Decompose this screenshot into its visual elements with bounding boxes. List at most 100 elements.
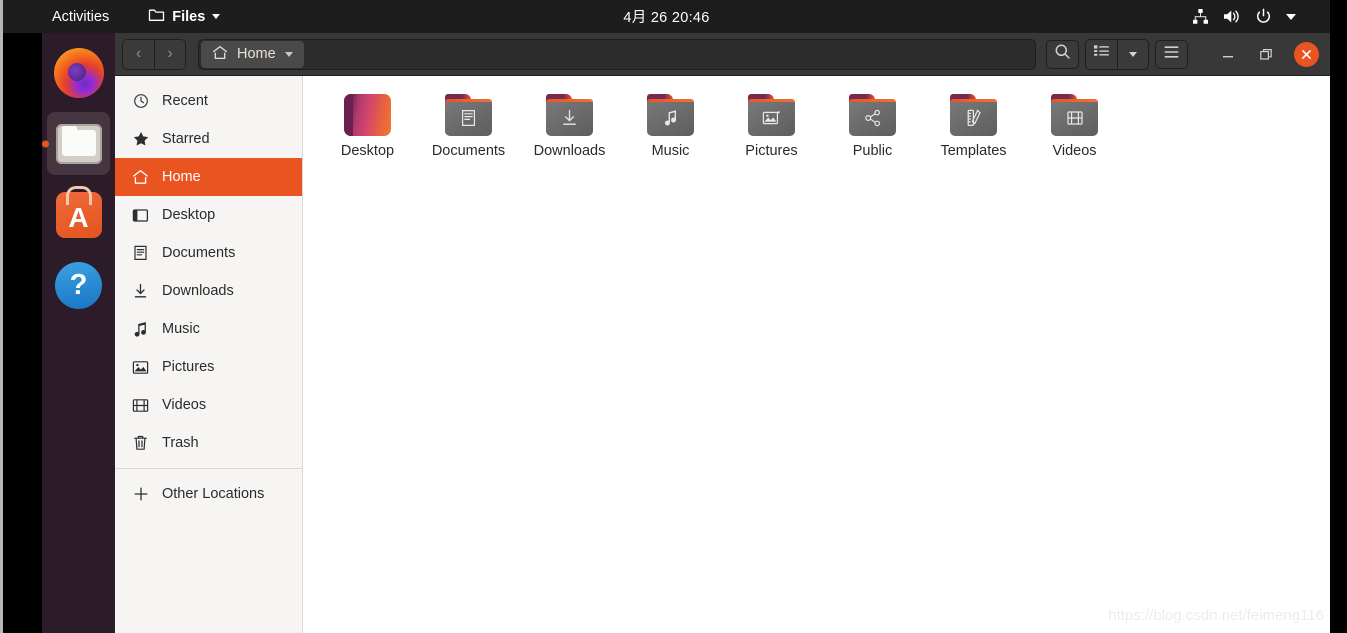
gnome-top-bar: Activities Files 4月 26 20:46: [3, 0, 1330, 33]
star-icon: [132, 131, 149, 148]
close-button[interactable]: [1294, 41, 1319, 67]
home-icon: [212, 45, 228, 64]
sidebar-item-music[interactable]: Music: [115, 310, 302, 348]
file-item-desktop[interactable]: Desktop: [317, 88, 418, 167]
search-button[interactable]: [1046, 39, 1079, 69]
maximize-button[interactable]: [1256, 44, 1276, 64]
list-view-button[interactable]: [1086, 39, 1117, 69]
trash-icon: [132, 435, 149, 452]
file-item-public[interactable]: Public: [822, 88, 923, 167]
folder-pictures-icon: [748, 94, 795, 136]
sidebar-item-documents[interactable]: Documents: [115, 234, 302, 272]
file-item-music[interactable]: Music: [620, 88, 721, 167]
image-icon: [132, 359, 149, 376]
plus-icon: [132, 486, 149, 503]
sidebar-item-videos[interactable]: Videos: [115, 386, 302, 424]
file-item-templates[interactable]: Templates: [923, 88, 1024, 167]
sidebar-item-label: Videos: [162, 397, 207, 413]
file-label: Videos: [1052, 143, 1097, 159]
film-icon: [132, 397, 149, 414]
breadcrumb-home[interactable]: Home: [201, 40, 304, 68]
window-controls: [1218, 41, 1319, 67]
sidebar-item-label: Downloads: [162, 283, 234, 299]
folder-templates-icon: [950, 94, 997, 136]
clock[interactable]: 4月 26 20:46: [3, 6, 1330, 27]
ubuntu-dock: A ?: [42, 33, 115, 633]
minimize-button[interactable]: [1218, 44, 1238, 64]
desktop-icon: [132, 207, 149, 224]
sidebar-item-label: Starred: [162, 131, 210, 147]
file-item-downloads[interactable]: Downloads: [519, 88, 620, 167]
places-sidebar: Recent Starred Home Desktop Documents Do…: [115, 76, 303, 633]
file-item-videos[interactable]: Videos: [1024, 88, 1125, 167]
hamburger-menu-icon: [1163, 45, 1180, 64]
folder-public-icon: [849, 94, 896, 136]
search-icon: [1054, 43, 1071, 65]
window-body: Recent Starred Home Desktop Documents Do…: [115, 76, 1330, 633]
chevron-down-icon: [1129, 51, 1137, 57]
sidebar-item-other-locations[interactable]: Other Locations: [115, 475, 302, 513]
dock-item-firefox[interactable]: [47, 41, 110, 104]
folder-music-icon: [647, 94, 694, 136]
sidebar-item-starred[interactable]: Starred: [115, 120, 302, 158]
help-icon: ?: [55, 262, 102, 309]
file-label: Desktop: [340, 143, 395, 159]
ubuntu-software-icon: A: [55, 191, 102, 238]
firefox-icon: [53, 47, 104, 98]
sidebar-item-label: Trash: [162, 435, 199, 451]
view-options-button[interactable]: [1117, 39, 1148, 69]
download-icon: [132, 283, 149, 300]
file-label: Documents: [431, 143, 506, 159]
sidebar-item-label: Home: [162, 169, 201, 185]
file-item-documents[interactable]: Documents: [418, 88, 519, 167]
file-label: Pictures: [745, 143, 798, 159]
path-bar: Home: [198, 38, 1036, 70]
file-grid[interactable]: Desktop Documents Downloads Music Pictur…: [303, 76, 1330, 633]
dock-item-files[interactable]: [47, 112, 110, 175]
network-wired-icon: [1192, 8, 1209, 25]
files-icon: [55, 123, 102, 164]
volume-icon: [1223, 8, 1241, 25]
forward-button[interactable]: ›: [154, 39, 185, 69]
breadcrumb-label: Home: [237, 46, 276, 62]
sidebar-item-label: Pictures: [162, 359, 215, 375]
folder-documents-icon: [445, 94, 492, 136]
file-label: Templates: [940, 143, 1007, 159]
sidebar-item-recent[interactable]: Recent: [115, 82, 302, 120]
sidebar-item-downloads[interactable]: Downloads: [115, 272, 302, 310]
list-view-icon: [1093, 44, 1110, 64]
watermark: https://blog.csdn.net/feimeng116: [1108, 607, 1324, 624]
screen-left-edge: [0, 0, 3, 633]
home-icon: [132, 169, 149, 186]
view-mode-split-button: [1085, 38, 1149, 70]
dock-item-help[interactable]: ?: [47, 254, 110, 317]
screen: Activities Files 4月 26 20:46 A ? ‹ › Hom…: [0, 0, 1347, 633]
document-icon: [132, 245, 149, 262]
system-menu-chevron-down-icon[interactable]: [1286, 13, 1296, 20]
folder-videos-icon: [1051, 94, 1098, 136]
folder-downloads-icon: [546, 94, 593, 136]
sidebar-item-trash[interactable]: Trash: [115, 424, 302, 462]
sidebar-item-label: Documents: [162, 245, 236, 261]
files-window: ‹ › Home Recent Starred Home Desktop Doc…: [115, 33, 1330, 633]
wallpaper-thumb-icon: [344, 94, 391, 136]
clock-icon: [132, 93, 149, 110]
back-button[interactable]: ‹: [123, 39, 154, 69]
sidebar-separator: [115, 468, 302, 469]
power-icon: [1255, 8, 1272, 25]
sidebar-item-label: Desktop: [162, 207, 216, 223]
dock-item-ubuntu-software[interactable]: A: [47, 183, 110, 246]
sidebar-item-pictures[interactable]: Pictures: [115, 348, 302, 386]
system-status-area[interactable]: [1192, 0, 1296, 33]
navigation-buttons: ‹ ›: [122, 38, 186, 70]
main-menu-button[interactable]: [1155, 39, 1188, 69]
sidebar-item-label: Recent: [162, 93, 208, 109]
file-label: Public: [852, 143, 893, 159]
breadcrumb-chevron-down-icon[interactable]: [284, 51, 293, 57]
headerbar-actions: [1046, 38, 1323, 70]
file-label: Downloads: [533, 143, 606, 159]
ubuntu-software-letter: A: [68, 201, 89, 233]
sidebar-item-home[interactable]: Home: [115, 158, 302, 196]
file-item-pictures[interactable]: Pictures: [721, 88, 822, 167]
sidebar-item-desktop[interactable]: Desktop: [115, 196, 302, 234]
